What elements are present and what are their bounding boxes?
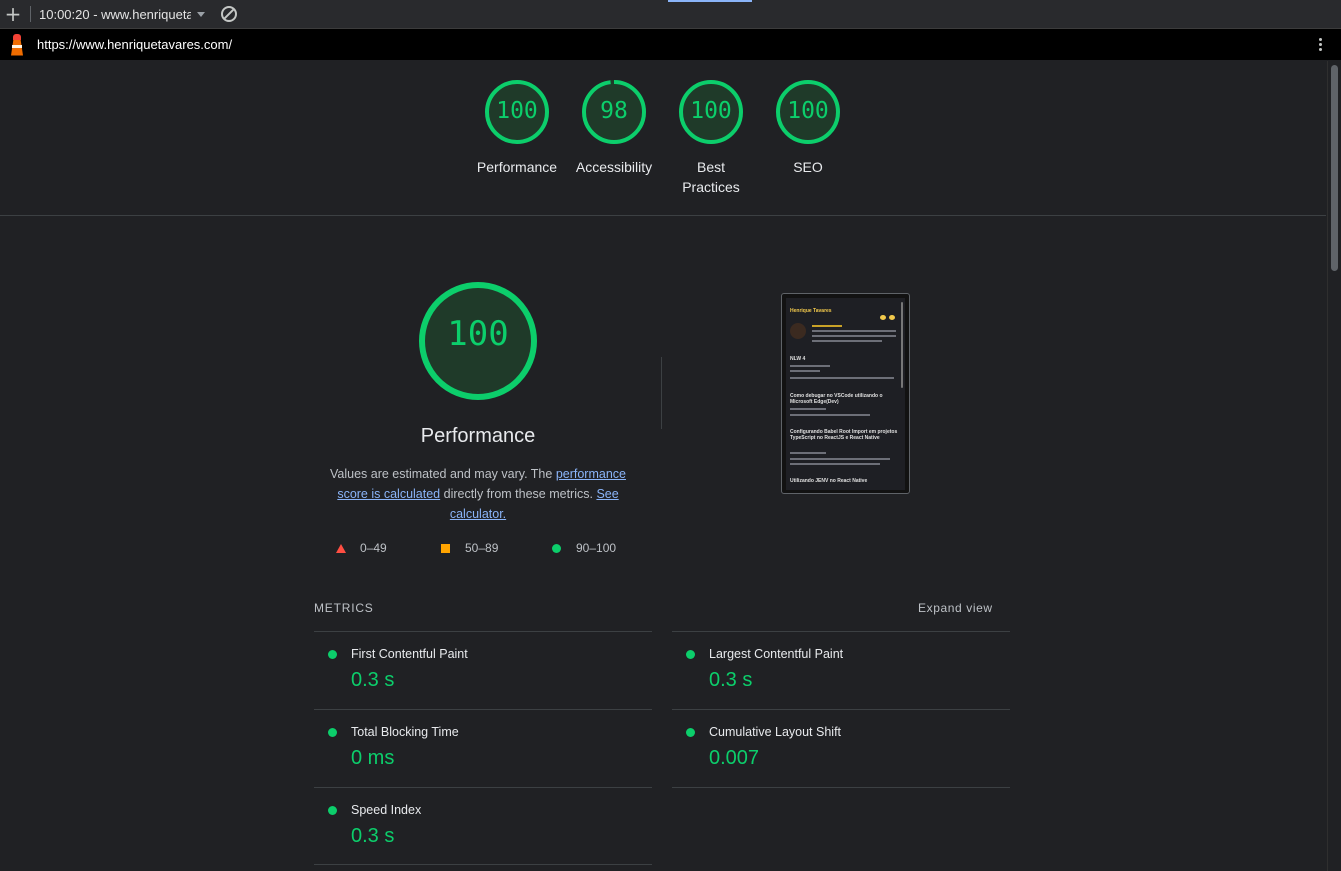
- metric-name: First Contentful Paint: [351, 647, 468, 661]
- metric-name: Speed Index: [351, 803, 422, 817]
- legend-pass: 90–100: [552, 541, 616, 555]
- legend-pass-label: 90–100: [576, 541, 617, 555]
- metric-name: Cumulative Layout Shift: [709, 725, 842, 739]
- devtools-toolbar: + 10:00:20 - www.henriquetavares.com: [0, 0, 1341, 29]
- legend-fail: 0–49: [336, 541, 387, 555]
- performance-title: Performance: [420, 425, 536, 447]
- metric-first-contentful-paint: First Contentful Paint 0.3 s: [314, 632, 652, 710]
- thumb-post-title: Como debugar no VSCode utilizando o Micr…: [790, 393, 883, 405]
- toolbar-divider: [30, 6, 31, 22]
- report-url-bar: https://www.henriquetavares.com/: [0, 29, 1341, 60]
- circle-icon: [552, 543, 561, 553]
- triangle-icon: [336, 543, 346, 553]
- final-screenshot[interactable]: Henrique Tavares NLW 4 Como debugar no V…: [781, 293, 910, 494]
- metric-value: 0 ms: [351, 747, 395, 769]
- scrollbar[interactable]: [1327, 61, 1341, 871]
- gauge-label: SEO: [793, 159, 823, 175]
- legend-fail-label: 0–49: [360, 541, 387, 555]
- block-icon[interactable]: [221, 6, 237, 22]
- gauge-label: Accessibility: [575, 159, 653, 175]
- gauge-label: Best Practices: [682, 159, 740, 195]
- metric-total-blocking-time: Total Blocking Time 0 ms: [314, 710, 652, 788]
- thumb-line: [790, 377, 894, 379]
- gauge-performance[interactable]: 100 Performance: [467, 79, 567, 177]
- pass-circle-icon: [328, 650, 337, 659]
- metric-value: 0.3 s: [351, 825, 395, 847]
- thumb-line: [812, 340, 882, 342]
- thumb-post-title: Configurando Babel Root Import em projet…: [790, 429, 898, 441]
- gauge-score: 100: [496, 98, 538, 124]
- pass-circle-icon: [328, 806, 337, 815]
- performance-description: Values are estimated and may vary. The p…: [318, 464, 638, 524]
- thumb-line: [790, 452, 826, 454]
- thumb-line: [790, 458, 890, 460]
- active-tab-indicator: [668, 0, 752, 2]
- gauge-label: Performance: [476, 159, 558, 175]
- thumb-line: [812, 325, 842, 327]
- desc-middle: directly from these metrics.: [440, 487, 597, 501]
- expand-view-button[interactable]: Expand view: [918, 601, 993, 615]
- legend-average: 50–89: [441, 541, 498, 555]
- gauge-score: 98: [600, 98, 628, 124]
- thumb-line: [790, 365, 830, 367]
- thumb-line: [790, 463, 880, 465]
- metric-name: Total Blocking Time: [351, 725, 459, 739]
- legend-average-label: 50–89: [465, 541, 499, 555]
- scrollbar-thumb[interactable]: [1331, 65, 1338, 271]
- metric-value: 0.3 s: [351, 669, 395, 691]
- thumb-post-title: NLW 4: [790, 356, 806, 362]
- metrics-header: METRICS: [314, 601, 374, 615]
- avatar: [790, 323, 806, 339]
- section-divider: [661, 357, 662, 429]
- score-legend: 0–49 50–89 90–100: [336, 541, 636, 557]
- add-icon[interactable]: +: [0, 0, 26, 29]
- category-gauges: 100 Performance 98 Accessibility 100 Bes…: [0, 61, 1326, 216]
- thumb-line: [790, 408, 826, 410]
- gauge-score: 100: [690, 98, 732, 124]
- lighthouse-logo-icon: [9, 33, 25, 57]
- report-url[interactable]: https://www.henriquetavares.com/: [37, 37, 232, 52]
- metric-cumulative-layout-shift: Cumulative Layout Shift 0.007: [672, 710, 1010, 788]
- metric-largest-contentful-paint: Largest Contentful Paint 0.3 s: [672, 632, 1010, 710]
- gauge-seo[interactable]: 100 SEO: [758, 79, 858, 177]
- thumb-line: [812, 330, 896, 332]
- metric-name: Largest Contentful Paint: [709, 647, 844, 661]
- metric-value: 0.3 s: [709, 669, 753, 691]
- pass-circle-icon: [686, 650, 695, 659]
- kebab-menu-icon[interactable]: [1319, 38, 1322, 51]
- thumb-header-icons: [877, 307, 897, 320]
- performance-score: 100: [447, 314, 509, 354]
- thumb-scrollbar: [901, 302, 903, 388]
- thumb-line: [790, 370, 820, 372]
- report-session-label: 10:00:20 - www.henriquetavares.com: [39, 6, 191, 22]
- metric-value: 0.007: [709, 747, 760, 769]
- report-session-dropdown[interactable]: 10:00:20 - www.henriquetavares.com: [39, 0, 205, 29]
- metric-speed-index: Speed Index 0.3 s: [314, 788, 652, 866]
- chevron-down-icon: [197, 11, 205, 17]
- square-icon: [441, 543, 450, 553]
- thumb-line: [812, 335, 896, 337]
- gauge-accessibility[interactable]: 98 Accessibility: [564, 79, 664, 177]
- metric-divider: [314, 864, 652, 865]
- thumb-site-name: Henrique Tavares: [790, 308, 832, 314]
- metric-divider: [672, 787, 1010, 788]
- gauge-score: 100: [787, 98, 829, 124]
- gauge-best-practices[interactable]: 100 Best Practices: [661, 79, 761, 197]
- thumb-line: [790, 414, 870, 416]
- pass-circle-icon: [686, 728, 695, 737]
- desc-prefix: Values are estimated and may vary. The: [330, 467, 556, 481]
- pass-circle-icon: [328, 728, 337, 737]
- screenshot-content: Henrique Tavares NLW 4 Como debugar no V…: [786, 298, 905, 490]
- thumb-post-title: Utilizando JENV no React Native: [790, 478, 868, 484]
